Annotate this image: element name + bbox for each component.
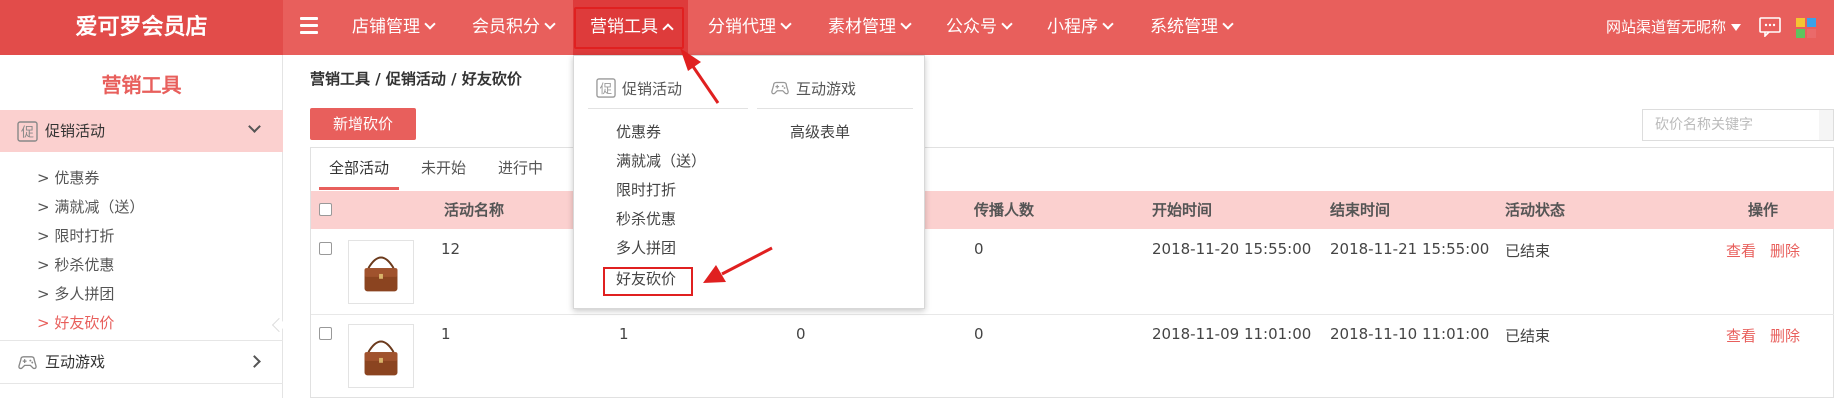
promo-icon: 促 xyxy=(596,78,616,98)
table-header: 活动名称 传播人数 开始时间 结束时间 活动状态 操作 xyxy=(311,191,1834,229)
chevron-down-icon xyxy=(1001,18,1013,30)
cell-end-time: 2018-11-10 11:01:00 xyxy=(1330,325,1490,343)
dropdown-item-friend-bargain[interactable]: 好友砍价 xyxy=(616,268,676,289)
message-icon[interactable] xyxy=(1759,17,1781,37)
cell-start-time: 2018-11-20 15:55:00 xyxy=(1152,240,1312,258)
chevron-down-icon xyxy=(544,18,556,30)
sidebar-item-time-discount[interactable]: > 限时打折 xyxy=(37,225,114,246)
cell-status: 已结束 xyxy=(1505,327,1551,345)
dropdown-item-coupon[interactable]: 优惠券 xyxy=(616,121,661,142)
view-link[interactable]: 查看 xyxy=(1726,240,1756,261)
user-menu[interactable]: 网站渠道暂无昵称 xyxy=(1606,0,1742,55)
column-header-spread: 传播人数 xyxy=(974,201,1035,219)
delete-link[interactable]: 删除 xyxy=(1770,240,1800,261)
sidebar-item-friend-bargain[interactable]: > 好友砍价 xyxy=(37,312,114,333)
column-header-actions: 操作 xyxy=(1748,201,1779,219)
tab-in-progress[interactable]: 进行中 xyxy=(498,147,543,190)
chevron-up-icon xyxy=(662,23,674,35)
cell-name: 1 xyxy=(441,325,451,343)
top-navbar: 爱可罗会员店 店铺管理 会员积分 营销工具 分销代理 素材管理 公众号 小程序 … xyxy=(0,0,1834,55)
chevron-down-icon xyxy=(424,18,436,30)
dropdown-item-advanced-form[interactable]: 高级表单 xyxy=(790,121,850,142)
sidebar-group-promotions[interactable]: 促 促销活动 xyxy=(0,110,283,152)
cell-col-c: 1 xyxy=(619,325,629,343)
nav-system-management[interactable]: 系统管理 xyxy=(1150,0,1234,55)
add-bargain-button[interactable]: 新增砍价 xyxy=(310,108,416,140)
nav-materials[interactable]: 素材管理 xyxy=(828,0,912,55)
product-thumbnail xyxy=(348,324,414,388)
marketing-tools-dropdown: 促 促销活动 互动游戏 优惠券 满就减（送） 限时打折 秒杀优惠 多人拼团 好友… xyxy=(573,55,925,309)
nav-member-points[interactable]: 会员积分 xyxy=(472,0,556,55)
view-link[interactable]: 查看 xyxy=(1726,325,1756,346)
svg-text:促: 促 xyxy=(21,126,34,141)
sidebar-group-games[interactable]: 互动游戏 xyxy=(0,341,283,383)
sidebar-item-full-reduction[interactable]: > 满就减（送） xyxy=(37,196,144,217)
sidebar-group-label: 促销活动 xyxy=(45,122,106,140)
product-thumbnail xyxy=(348,240,414,304)
chevron-down-icon xyxy=(780,18,792,30)
search-input[interactable] xyxy=(1642,109,1820,141)
svg-text:促: 促 xyxy=(600,82,612,96)
nav-marketing-tools[interactable]: 营销工具 xyxy=(573,0,688,55)
gamepad-icon xyxy=(771,81,789,95)
cell-spread: 0 xyxy=(974,240,984,258)
chevron-down-icon xyxy=(1102,18,1114,30)
tab-all-activities[interactable]: 全部活动 xyxy=(319,147,400,190)
promo-icon: 促 xyxy=(17,121,38,142)
sidebar-divider xyxy=(0,383,283,384)
column-header-status: 活动状态 xyxy=(1505,201,1566,219)
cell-spread: 0 xyxy=(974,325,984,343)
hamburger-menu-icon[interactable] xyxy=(300,17,318,37)
gamepad-icon xyxy=(18,356,37,370)
column-header-start: 开始时间 xyxy=(1152,201,1213,219)
sidebar: 营销工具 促 促销活动 > 优惠券 > 满就减（送） > 限时打折 > 秒杀优惠… xyxy=(0,55,283,398)
search-button[interactable] xyxy=(1819,109,1834,141)
dropdown-item-time-discount[interactable]: 限时打折 xyxy=(616,179,676,200)
sidebar-item-group-buy[interactable]: > 多人拼团 xyxy=(37,283,114,304)
cell-end-time: 2018-11-21 15:55:00 xyxy=(1330,240,1490,258)
nav-mini-program[interactable]: 小程序 xyxy=(1047,0,1114,55)
sidebar-title: 营销工具 xyxy=(101,73,182,97)
sidebar-item-flash-sale[interactable]: > 秒杀优惠 xyxy=(37,254,114,275)
breadcrumb: 营销工具 / 促销活动 / 好友砍价 xyxy=(310,70,522,88)
dropdown-section-promotions: 促 促销活动 xyxy=(596,78,682,99)
store-logo[interactable]: 爱可罗会员店 xyxy=(0,0,283,55)
nav-shop-management[interactable]: 店铺管理 xyxy=(352,0,436,55)
dropdown-divider xyxy=(588,108,748,109)
app-grid-icon[interactable] xyxy=(1795,17,1817,39)
row-checkbox[interactable] xyxy=(319,327,332,340)
nav-distribution[interactable]: 分销代理 xyxy=(708,0,792,55)
column-header-end: 结束时间 xyxy=(1330,201,1391,219)
cell-col-d: 0 xyxy=(796,325,806,343)
chevron-down-icon xyxy=(900,18,912,30)
dropdown-item-flash-sale[interactable]: 秒杀优惠 xyxy=(616,208,676,229)
nav-official-account[interactable]: 公众号 xyxy=(946,0,1013,55)
sidebar-group-label: 互动游戏 xyxy=(45,353,106,371)
cell-status: 已结束 xyxy=(1505,242,1551,260)
chevron-down-icon xyxy=(248,120,261,133)
caret-down-icon xyxy=(1731,24,1742,31)
chevron-right-icon xyxy=(248,355,261,368)
dropdown-item-full-reduction[interactable]: 满就减（送） xyxy=(616,150,706,171)
dropdown-item-group-buy[interactable]: 多人拼团 xyxy=(616,237,676,258)
dropdown-section-games: 互动游戏 xyxy=(770,78,856,99)
column-header-name: 活动名称 xyxy=(444,201,505,219)
row-checkbox[interactable] xyxy=(319,242,332,255)
tab-not-started[interactable]: 未开始 xyxy=(421,147,466,190)
dropdown-divider xyxy=(757,108,913,109)
delete-link[interactable]: 删除 xyxy=(1770,325,1800,346)
cell-start-time: 2018-11-09 11:01:00 xyxy=(1152,325,1312,343)
chevron-down-icon xyxy=(1222,18,1234,30)
sidebar-item-coupon[interactable]: > 优惠券 xyxy=(37,167,99,188)
select-all-checkbox[interactable] xyxy=(319,203,332,216)
row-divider xyxy=(311,314,1834,315)
cell-name: 12 xyxy=(441,240,461,258)
